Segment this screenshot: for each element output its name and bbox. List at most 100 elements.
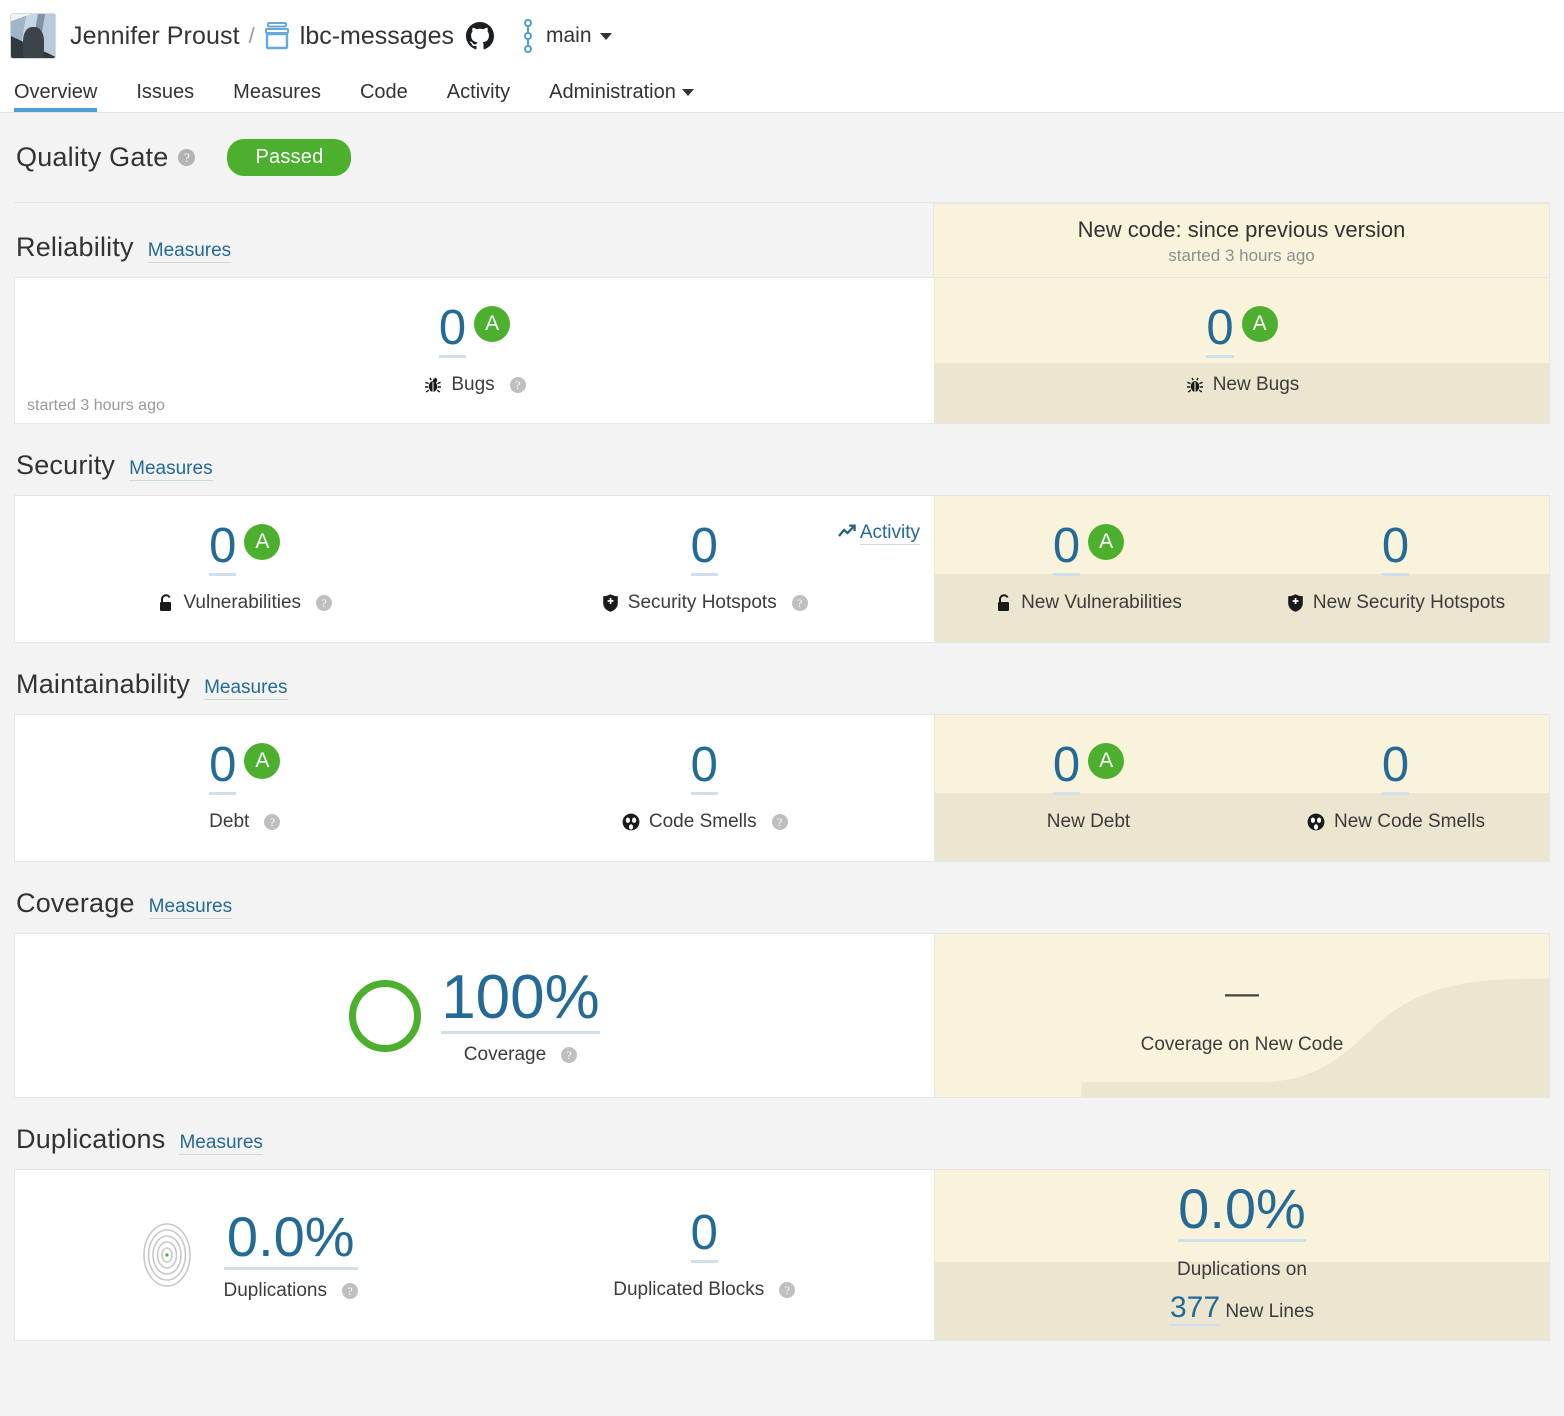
code-smells-value[interactable]: 0 bbox=[690, 741, 718, 795]
measure-new-bugs: 0 A New Bugs bbox=[1185, 278, 1300, 396]
new-duplications-label-2: New Lines bbox=[1225, 1300, 1315, 1322]
help-icon[interactable]: ? bbox=[771, 814, 788, 830]
measure-vulnerabilities: 0 A Vulnerabilities ? bbox=[15, 496, 475, 614]
branch-icon bbox=[520, 19, 536, 53]
measure-new-security-hotspots: 0 New Security Hotspots bbox=[1242, 496, 1549, 614]
github-icon[interactable] bbox=[466, 22, 494, 50]
help-icon[interactable]: ? bbox=[791, 595, 808, 611]
new-vulnerabilities-caption: New Vulnerabilities bbox=[935, 592, 1242, 614]
vulnerabilities-value[interactable]: 0 bbox=[209, 522, 237, 576]
new-debt-caption: New Debt bbox=[935, 811, 1242, 833]
new-bugs-label: New Bugs bbox=[1212, 374, 1300, 395]
chevron-down-icon bbox=[681, 89, 694, 97]
tab-administration-label: Administration bbox=[549, 81, 676, 103]
reliability-measures-link[interactable]: Measures bbox=[147, 240, 232, 263]
duplications-measures-link[interactable]: Measures bbox=[179, 1132, 263, 1155]
security-measures-link[interactable]: Measures bbox=[129, 458, 213, 481]
reliability-title: Reliability bbox=[16, 232, 134, 262]
coverage-label: Coverage bbox=[463, 1043, 547, 1065]
measure-security-hotspots: 0 Security Hotspots ? bbox=[475, 496, 935, 614]
shield-icon bbox=[1286, 593, 1305, 613]
measure-coverage: 100% Coverage ? bbox=[349, 965, 600, 1065]
vulnerabilities-caption: Vulnerabilities ? bbox=[15, 592, 475, 614]
new-debt-rating[interactable]: A bbox=[1088, 743, 1125, 779]
branch-label: main bbox=[546, 24, 592, 47]
help-icon[interactable]: ? bbox=[509, 377, 526, 393]
bugs-rating[interactable]: A bbox=[474, 306, 511, 342]
duplicated-blocks-value[interactable]: 0 bbox=[690, 1209, 718, 1263]
reliability-overall: 0 A Bugs ? started 3 hours ago bbox=[15, 278, 934, 423]
new-security-hotspots-value[interactable]: 0 bbox=[1381, 522, 1410, 576]
lock-icon bbox=[157, 593, 175, 613]
avatar bbox=[10, 13, 56, 59]
activity-link[interactable]: Activity bbox=[837, 522, 920, 545]
bug-icon bbox=[1185, 375, 1205, 395]
duplications-value[interactable]: 0.0% bbox=[223, 1207, 358, 1270]
tab-overview[interactable]: Overview bbox=[14, 82, 98, 112]
coverage-measures-link[interactable]: Measures bbox=[148, 896, 233, 919]
debt-value[interactable]: 0 bbox=[209, 741, 237, 795]
code-smells-caption: Code Smells ? bbox=[475, 811, 935, 833]
new-code-smells-value[interactable]: 0 bbox=[1381, 741, 1410, 795]
reliability-started-text: started 3 hours ago bbox=[27, 397, 165, 414]
coverage-new-label: Coverage on New Code bbox=[1140, 1033, 1344, 1055]
coverage-value[interactable]: 100% bbox=[441, 965, 600, 1034]
coverage-new-value: — bbox=[1225, 973, 1259, 1012]
breadcrumb-user[interactable]: Jennifer Proust bbox=[70, 22, 240, 51]
tab-activity[interactable]: Activity bbox=[447, 82, 510, 112]
help-icon[interactable]: ? bbox=[561, 1046, 578, 1063]
new-vulnerabilities-rating[interactable]: A bbox=[1088, 524, 1125, 560]
help-icon[interactable]: ? bbox=[342, 1282, 358, 1299]
measure-duplications: 0.0% Duplications ? bbox=[15, 1207, 475, 1302]
new-bugs-rating[interactable]: A bbox=[1241, 306, 1278, 342]
duplications-overall: 0.0% Duplications ? 0 Duplicated Blocks … bbox=[15, 1170, 934, 1340]
help-icon[interactable]: ? bbox=[178, 149, 196, 166]
security-panel: 0 A Vulnerabilities ? 0 Security Hotspot… bbox=[14, 495, 1550, 643]
measure-duplicated-blocks: 0 Duplicated Blocks ? bbox=[475, 1209, 935, 1301]
measure-new-debt: 0 A New Debt bbox=[935, 715, 1242, 833]
tab-measures[interactable]: Measures bbox=[233, 82, 321, 112]
tab-code[interactable]: Code bbox=[360, 82, 408, 112]
breadcrumb: Jennifer Proust / lbc-messages main bbox=[0, 0, 1564, 62]
duplications-label: Duplications bbox=[223, 1279, 328, 1301]
code-smells-label: Code Smells bbox=[648, 811, 757, 832]
new-bugs-value[interactable]: 0 bbox=[1206, 304, 1234, 358]
code-smell-icon bbox=[621, 812, 641, 832]
coverage-new-caption: Coverage on New Code bbox=[1141, 1034, 1344, 1056]
maintainability-new-code: 0 A New Debt 0 New Code Smells bbox=[934, 715, 1549, 861]
security-overall: 0 A Vulnerabilities ? 0 Security Hotspot… bbox=[15, 496, 934, 642]
new-duplications-value[interactable]: 0.0% bbox=[1178, 1180, 1306, 1243]
measure-new-code-smells: 0 New Code Smells bbox=[1242, 715, 1549, 833]
help-icon[interactable]: ? bbox=[264, 814, 281, 830]
help-icon[interactable]: ? bbox=[779, 1282, 796, 1298]
help-icon[interactable]: ? bbox=[316, 595, 333, 611]
top-bar: Jennifer Proust / lbc-messages main Over… bbox=[0, 0, 1564, 113]
security-hotspots-value[interactable]: 0 bbox=[690, 522, 718, 576]
coverage-title: Coverage bbox=[16, 888, 135, 918]
vulnerabilities-rating[interactable]: A bbox=[244, 524, 281, 560]
new-lines-value[interactable]: 377 bbox=[1169, 1290, 1221, 1326]
bugs-caption: Bugs ? bbox=[423, 374, 526, 396]
duplications-header: Duplications Measures bbox=[14, 1098, 1550, 1169]
new-security-hotspots-caption: New Security Hotspots bbox=[1242, 592, 1549, 614]
breadcrumb-project[interactable]: lbc-messages bbox=[300, 22, 454, 51]
new-debt-label: New Debt bbox=[1046, 811, 1131, 832]
bugs-value[interactable]: 0 bbox=[438, 304, 467, 358]
new-vulnerabilities-label: New Vulnerabilities bbox=[1021, 592, 1182, 613]
new-vulnerabilities-value[interactable]: 0 bbox=[1052, 522, 1081, 576]
breadcrumb-separator: / bbox=[248, 23, 255, 48]
tab-administration[interactable]: Administration bbox=[549, 82, 694, 112]
quality-gate-row: Quality Gate ? Passed bbox=[14, 113, 1550, 203]
shield-icon bbox=[601, 593, 620, 613]
new-code-smells-label: New Code Smells bbox=[1334, 811, 1485, 832]
security-new-code: 0 A New Vulnerabilities 0 New Security H… bbox=[934, 496, 1549, 642]
new-debt-value[interactable]: 0 bbox=[1052, 741, 1081, 795]
security-header: Security Measures bbox=[14, 424, 1550, 495]
duplicated-blocks-label: Duplicated Blocks bbox=[613, 1279, 765, 1300]
tab-issues[interactable]: Issues bbox=[136, 82, 194, 112]
branch-selector[interactable]: main bbox=[546, 24, 612, 48]
maintainability-measures-link[interactable]: Measures bbox=[204, 677, 288, 700]
maintainability-overall: 0 A Debt ? 0 Code Smells ? bbox=[15, 715, 934, 861]
quality-gate-title: Quality Gate bbox=[16, 142, 169, 172]
debt-rating[interactable]: A bbox=[244, 743, 281, 779]
